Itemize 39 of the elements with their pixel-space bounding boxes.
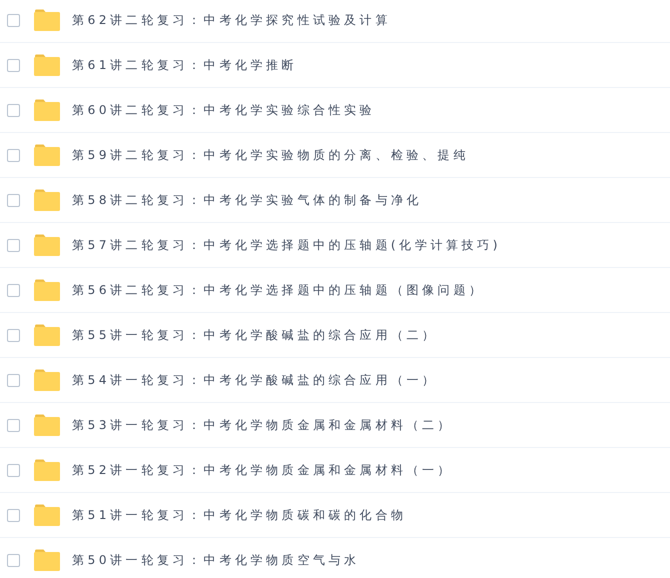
checkbox[interactable]	[7, 58, 20, 72]
folder-icon	[34, 9, 60, 31]
folder-name[interactable]: 第58讲二轮复习：中考化学实验气体的制备与净化	[72, 192, 422, 208]
checkbox[interactable]	[7, 194, 20, 206]
folder-icon	[34, 549, 60, 571]
folder-name[interactable]: 第52讲一轮复习：中考化学物质金属和金属材料（一）	[72, 462, 454, 478]
folder-name[interactable]: 第57讲二轮复习：中考化学选择题中的压轴题(化学计算技巧)	[72, 236, 502, 254]
checkbox[interactable]	[7, 508, 20, 522]
folder-icon	[34, 279, 60, 301]
folder-name[interactable]: 第54讲一轮复习：中考化学酸碱盐的综合应用（一）	[72, 372, 438, 388]
checkbox[interactable]	[7, 148, 20, 162]
checkbox[interactable]	[7, 464, 20, 476]
folder-icon	[34, 459, 60, 481]
checkbox[interactable]	[7, 328, 20, 342]
folder-icon	[34, 414, 60, 436]
checkbox[interactable]	[7, 14, 20, 26]
folder-name[interactable]: 第62讲二轮复习：中考化学探究性试验及计算	[72, 12, 391, 28]
folder-icon	[34, 99, 60, 121]
checkbox[interactable]	[7, 554, 20, 566]
folder-name[interactable]: 第50讲一轮复习：中考化学物质空气与水	[72, 552, 360, 568]
checkbox[interactable]	[7, 284, 20, 296]
folder-icon	[34, 369, 60, 391]
folder-name[interactable]: 第51讲一轮复习：中考化学物质碳和碳的化合物	[72, 506, 406, 524]
folder-icon	[34, 144, 60, 166]
folder-icon	[34, 504, 60, 526]
checkbox[interactable]	[7, 374, 20, 386]
folder-name[interactable]: 第53讲一轮复习：中考化学物质金属和金属材料（二）	[72, 416, 454, 434]
folder-name[interactable]: 第55讲一轮复习：中考化学酸碱盐的综合应用（二）	[72, 326, 438, 344]
folder-name[interactable]: 第60讲二轮复习：中考化学实验综合性实验	[72, 102, 376, 118]
folder-icon	[34, 189, 60, 211]
folder-name[interactable]: 第59讲二轮复习：中考化学实验物质的分离、检验、提纯	[72, 146, 469, 164]
folder-icon	[34, 54, 60, 76]
folder-icon	[34, 234, 60, 256]
checkbox[interactable]	[7, 104, 20, 116]
folder-icon	[34, 324, 60, 346]
folder-name[interactable]: 第61讲二轮复习：中考化学推断	[72, 56, 298, 74]
folder-name[interactable]: 第56讲二轮复习：中考化学选择题中的压轴题（图像问题）	[72, 282, 484, 298]
checkbox[interactable]	[7, 238, 20, 252]
checkbox[interactable]	[7, 418, 20, 432]
